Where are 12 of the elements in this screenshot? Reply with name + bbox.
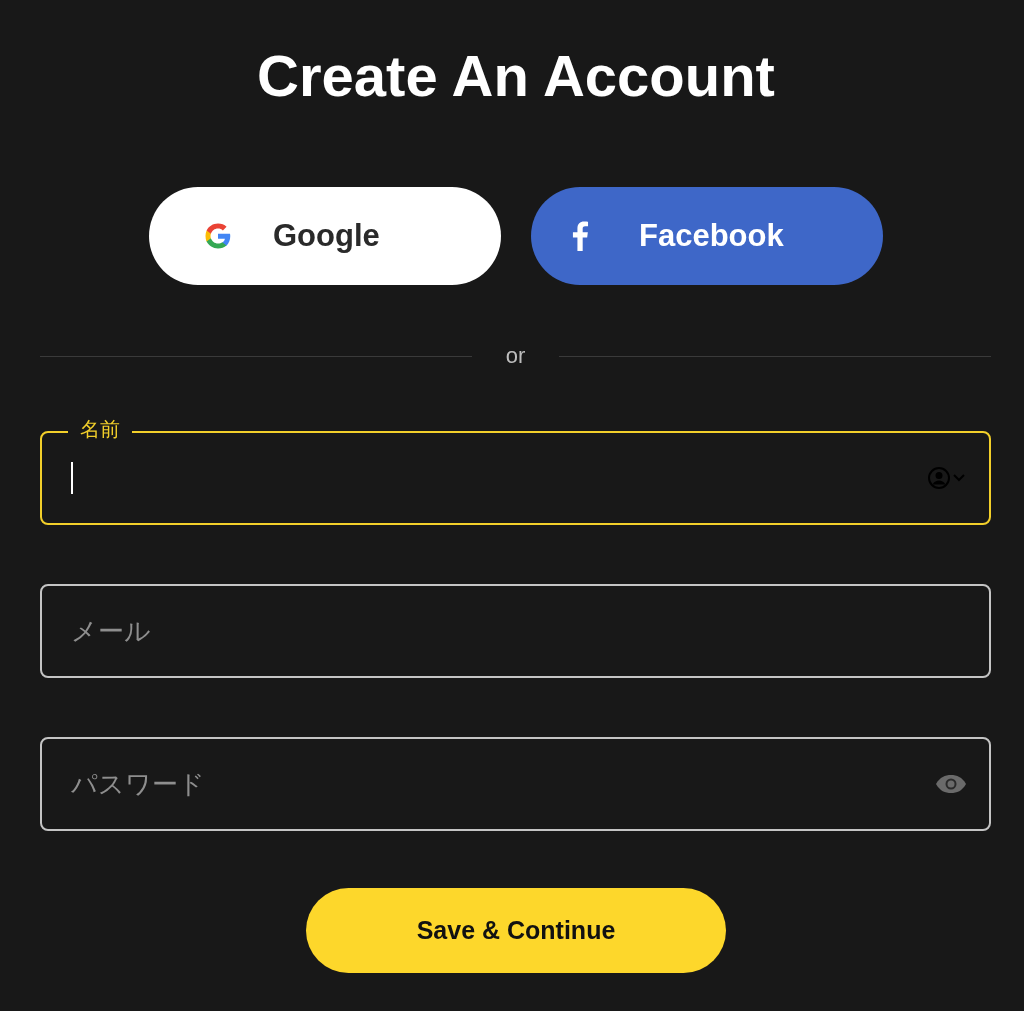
divider-label: or [504,343,527,369]
eye-icon[interactable] [935,774,967,794]
field-label: 名前 [68,416,132,442]
page-title: Create An Account [257,42,775,110]
input-field[interactable]: メール [40,584,991,678]
google-g-icon [203,221,233,251]
text-cursor [71,462,73,494]
input-field[interactable]: パスワード [40,737,991,831]
facebook-button[interactable]: Facebook [531,187,883,285]
google-button[interactable]: Google [149,187,501,285]
facebook-f-icon [571,221,589,251]
save-continue-button[interactable]: Save & Continue [306,888,726,973]
